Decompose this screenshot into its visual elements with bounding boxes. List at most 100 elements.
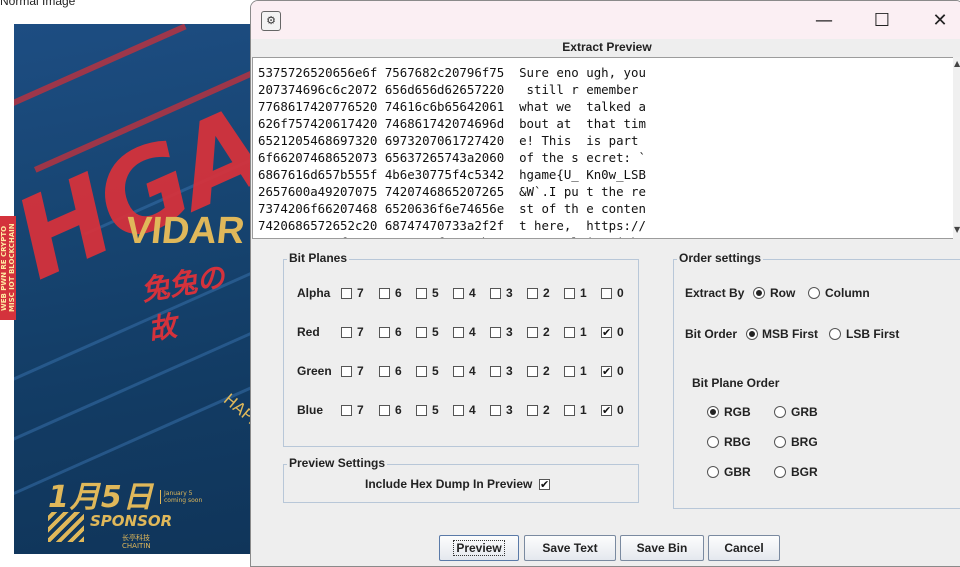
bit-plane-row-label-green: Green [297, 364, 332, 378]
bit-plane-checkbox-blue-2[interactable] [527, 405, 538, 416]
bit-plane-checkbox-label: 0 [617, 364, 624, 378]
bit-plane-checkbox-label: 1 [580, 364, 587, 378]
plane-order-label-rbg: RBG [724, 435, 751, 449]
dialog-heading: Extract Preview [562, 40, 652, 54]
bit-plane-checkbox-label: 4 [469, 325, 476, 339]
bit-plane-checkbox-red-2[interactable] [527, 327, 538, 338]
bit-plane-checkbox-label: 3 [506, 403, 513, 417]
plane-order-radio-brg[interactable] [774, 436, 786, 448]
bit-plane-checkbox-label: 1 [580, 403, 587, 417]
extract-by-row-radio[interactable] [753, 287, 765, 299]
plane-order-label-bgr: BGR [791, 465, 818, 479]
scroll-down-icon[interactable]: ▼ [954, 225, 960, 234]
bit-plane-checkbox-alpha-4[interactable] [453, 288, 464, 299]
bit-plane-checkbox-blue-0[interactable]: ✔ [601, 405, 612, 416]
poster-sponsor-name: 长亭科技 CHAITIN [122, 534, 151, 550]
bit-order-msb-radio[interactable] [746, 328, 758, 340]
poster-streak [14, 319, 250, 452]
bit-plane-checkbox-alpha-1[interactable] [564, 288, 575, 299]
bit-plane-checkbox-blue-5[interactable] [416, 405, 427, 416]
preview-scrollbar[interactable]: ▲ ▼ [953, 57, 960, 239]
preview-button[interactable]: Preview [439, 535, 519, 561]
save-bin-button[interactable]: Save Bin [620, 535, 704, 561]
scroll-up-icon[interactable]: ▲ [954, 59, 960, 68]
plane-order-radio-grb[interactable] [774, 406, 786, 418]
poster-happy: HAPPY [219, 389, 250, 438]
bit-plane-checkbox-green-2[interactable] [527, 366, 538, 377]
maximize-button[interactable]: ☐ [859, 1, 905, 39]
bit-plane-row-label-blue: Blue [297, 403, 324, 417]
bit-plane-checkbox-red-5[interactable] [416, 327, 427, 338]
bit-plane-checkbox-label: 5 [432, 364, 439, 378]
bit-plane-checkbox-blue-1[interactable] [564, 405, 575, 416]
bit-plane-checkbox-red-7[interactable] [341, 327, 352, 338]
bit-plane-checkbox-green-1[interactable] [564, 366, 575, 377]
bit-plane-checkbox-red-3[interactable] [490, 327, 501, 338]
bit-plane-checkbox-green-5[interactable] [416, 366, 427, 377]
bit-plane-checkbox-blue-7[interactable] [341, 405, 352, 416]
bit-plane-checkbox-alpha-3[interactable] [490, 288, 501, 299]
bit-plane-checkbox-label: 3 [506, 364, 513, 378]
bit-planes-legend: Bit Planes [287, 251, 350, 265]
include-hex-checkbox[interactable]: ✔ [539, 479, 550, 490]
bit-plane-checkbox-label: 2 [543, 364, 550, 378]
bit-plane-checkbox-blue-3[interactable] [490, 405, 501, 416]
plane-order-radio-rbg[interactable] [707, 436, 719, 448]
bit-plane-checkbox-blue-6[interactable] [379, 405, 390, 416]
plane-order-radio-bgr[interactable] [774, 466, 786, 478]
bit-order-lsb-label: LSB First [846, 327, 900, 341]
extract-by-column-label: Column [825, 286, 870, 300]
bit-plane-checkbox-label: 7 [357, 364, 364, 378]
bit-plane-checkbox-green-0[interactable]: ✔ [601, 366, 612, 377]
bit-plane-checkbox-label: 7 [357, 325, 364, 339]
preview-text-area[interactable]: 5375726520656e6f 7567682c20796f75 Sure e… [252, 57, 954, 239]
bit-plane-checkbox-green-7[interactable] [341, 366, 352, 377]
bit-plane-checkbox-label: 0 [617, 286, 624, 300]
bit-plane-checkbox-alpha-7[interactable] [341, 288, 352, 299]
bit-order-label: Bit Order [685, 327, 738, 341]
bit-plane-checkbox-label: 6 [395, 364, 402, 378]
cancel-button[interactable]: Cancel [708, 535, 780, 561]
bit-plane-checkbox-green-4[interactable] [453, 366, 464, 377]
bit-plane-checkbox-green-6[interactable] [379, 366, 390, 377]
bit-plane-checkbox-label: 4 [469, 286, 476, 300]
poster-sponsor-name-cn: 长亭科技 [122, 534, 150, 542]
bit-plane-checkbox-label: 6 [395, 403, 402, 417]
minimize-button[interactable]: — [801, 1, 847, 39]
extract-by-label: Extract By [685, 286, 745, 300]
bit-plane-checkbox-red-1[interactable] [564, 327, 575, 338]
poster-slogan: 兔兔の故 [138, 260, 228, 347]
plane-order-radio-rgb[interactable] [707, 406, 719, 418]
poster-streak [14, 24, 187, 111]
poster-image: HGAME VIDAR 兔兔の故 HAPPY 1月5日 January 5 co… [14, 24, 250, 554]
bit-plane-order-label: Bit Plane Order [692, 376, 780, 390]
extract-by-column-radio[interactable] [808, 287, 820, 299]
bit-plane-checkbox-label: 0 [617, 403, 624, 417]
bit-plane-checkbox-red-0[interactable]: ✔ [601, 327, 612, 338]
bit-plane-checkbox-label: 7 [357, 286, 364, 300]
save-text-button[interactable]: Save Text [524, 535, 616, 561]
bit-plane-checkbox-red-6[interactable] [379, 327, 390, 338]
bit-plane-checkbox-green-3[interactable] [490, 366, 501, 377]
bit-plane-checkbox-red-4[interactable] [453, 327, 464, 338]
bit-plane-checkbox-alpha-6[interactable] [379, 288, 390, 299]
bit-plane-checkbox-label: 6 [395, 325, 402, 339]
bit-plane-checkbox-label: 5 [432, 325, 439, 339]
title-bar[interactable]: ⚙ — ☐ ✕ [251, 1, 960, 39]
bit-plane-checkbox-alpha-5[interactable] [416, 288, 427, 299]
preview-button-label: Preview [453, 540, 505, 556]
poster-team: VIDAR [123, 210, 247, 252]
plane-order-radio-gbr[interactable] [707, 466, 719, 478]
bit-plane-checkbox-blue-4[interactable] [453, 405, 464, 416]
poster-date-sub: January 5 coming soon [160, 490, 202, 504]
bit-plane-checkbox-alpha-2[interactable] [527, 288, 538, 299]
bit-plane-row-label-red: Red [297, 325, 320, 339]
bit-plane-checkbox-label: 5 [432, 286, 439, 300]
bit-plane-checkbox-alpha-0[interactable] [601, 288, 612, 299]
bit-plane-row-label-alpha: Alpha [297, 286, 331, 300]
background-window-title: Normal Image [0, 0, 76, 8]
close-button[interactable]: ✕ [917, 1, 960, 39]
plane-order-label-gbr: GBR [724, 465, 751, 479]
poster-sponsor-name-en: CHAITIN [122, 542, 151, 550]
bit-order-lsb-radio[interactable] [829, 328, 841, 340]
